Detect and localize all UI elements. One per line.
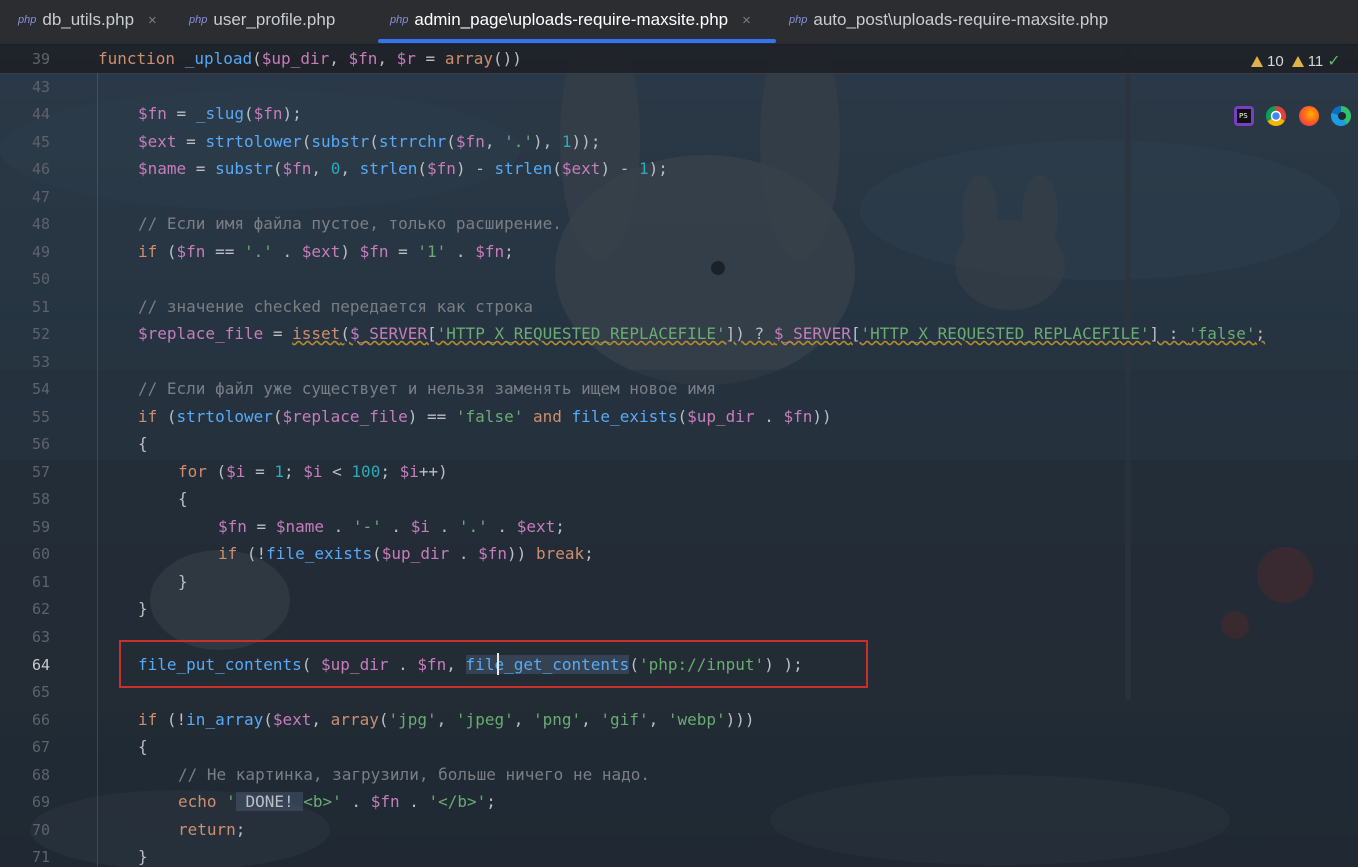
tab-auto-post-uploads[interactable]: php auto_post\uploads-require-maxsite.ph…: [789, 0, 1108, 40]
line-number: 55: [31, 408, 50, 426]
line-number: 52: [31, 325, 50, 343]
tab-db-utils[interactable]: php db_utils.php ×: [18, 0, 157, 40]
line-number: 67: [31, 738, 50, 756]
code-line[interactable]: $fn = $name . '-' . $i . '.' . $ext;: [218, 517, 565, 536]
code-line[interactable]: if (!file_exists($up_dir . $fn)) break;: [218, 544, 594, 563]
line-number: 49: [31, 243, 50, 261]
current-line-number: 64: [31, 656, 50, 674]
warnings-count-a: 10: [1267, 52, 1284, 70]
line-number: 45: [31, 133, 50, 151]
code-line[interactable]: {: [178, 489, 188, 508]
code-line[interactable]: $fn = _slug($fn);: [138, 104, 302, 123]
code-comment[interactable]: // Если файл уже существует и нельзя зам…: [138, 379, 716, 398]
editor-background-illustration: [0, 0, 1358, 867]
weak-warning-icon: [1291, 55, 1304, 67]
code-line[interactable]: {: [138, 737, 148, 756]
warnings-count-b: 11: [1307, 52, 1324, 70]
code-line[interactable]: $name = substr($fn, 0, strlen($fn) - str…: [138, 159, 668, 178]
tab-label: admin_page\uploads-require-maxsite.php: [414, 10, 729, 29]
code-line[interactable]: }: [138, 847, 148, 866]
sticky-code-line: function _upload($up_dir, $fn, $r = arra…: [98, 49, 522, 68]
indent-guide: [97, 73, 98, 867]
tab-admin-page-uploads[interactable]: php admin_page\uploads-require-maxsite.p…: [390, 0, 751, 40]
editor-tab-bar: php db_utils.php × php user_profile.php …: [0, 0, 1358, 45]
line-number: 62: [31, 600, 50, 618]
ide-editor-window: php db_utils.php × php user_profile.php …: [0, 0, 1358, 867]
chrome-icon[interactable]: [1266, 106, 1286, 126]
inspections-widget[interactable]: 10 11 ✓: [1248, 50, 1341, 72]
edge-icon[interactable]: [1331, 106, 1351, 126]
code-line[interactable]: }: [138, 599, 148, 618]
code-line[interactable]: $ext = strtolower(substr(strrchr($fn, '.…: [138, 132, 600, 151]
close-icon[interactable]: ×: [148, 12, 157, 29]
active-tab-indicator: [378, 39, 776, 43]
line-number: 53: [31, 353, 50, 371]
line-number: 70: [31, 821, 50, 839]
line-number: 61: [31, 573, 50, 591]
phpstorm-icon[interactable]: PS: [1234, 106, 1254, 126]
line-number: 54: [31, 380, 50, 398]
line-number: 63: [31, 628, 50, 646]
line-number: 56: [31, 435, 50, 453]
code-line[interactable]: return;: [178, 820, 245, 839]
svg-text:PS: PS: [1239, 112, 1248, 120]
close-icon[interactable]: ×: [742, 12, 751, 29]
line-number: 65: [31, 683, 50, 701]
line-number: 69: [31, 793, 50, 811]
tab-label: user_profile.php: [213, 10, 336, 29]
line-number: 66: [31, 711, 50, 729]
line-number: 68: [31, 766, 50, 784]
line-number: 60: [31, 545, 50, 563]
line-number: 57: [31, 463, 50, 481]
firefox-icon[interactable]: [1299, 106, 1319, 126]
line-number: 43: [31, 78, 50, 96]
code-comment[interactable]: // Если имя файла пустое, только расшире…: [138, 214, 562, 233]
tab-user-profile[interactable]: php user_profile.php: [189, 0, 335, 40]
code-line[interactable]: }: [178, 572, 188, 591]
code-line[interactable]: if ($fn == '.' . $ext) $fn = '1' . $fn;: [138, 242, 514, 261]
code-comment[interactable]: // Не картинка, загрузили, больше ничего…: [178, 765, 650, 784]
code-line[interactable]: $replace_file = isset($_SERVER['HTTP_X_R…: [138, 324, 1265, 343]
php-file-icon: php: [390, 14, 409, 26]
sticky-scope-header[interactable]: 39 function _upload($up_dir, $fn, $r = a…: [0, 44, 1358, 74]
line-number: 47: [31, 188, 50, 206]
highlight-box: [119, 640, 868, 688]
tab-label: db_utils.php: [42, 10, 135, 29]
line-number: 39: [31, 50, 50, 68]
check-icon: ✓: [1327, 53, 1341, 70]
line-number: 44: [31, 105, 50, 123]
code-line[interactable]: if (strtolower($replace_file) == 'false'…: [138, 407, 832, 426]
php-file-icon: php: [189, 14, 208, 26]
code-line[interactable]: for ($i = 1; $i < 100; $i++): [178, 462, 448, 481]
code-line[interactable]: echo ' DONE! <b>' . $fn . '</b>';: [178, 792, 496, 811]
code-line[interactable]: if (!in_array($ext, array('jpg', 'jpeg',…: [138, 710, 755, 729]
line-number: 59: [31, 518, 50, 536]
text-caret: [497, 653, 499, 675]
code-comment[interactable]: // значение checked передается как строк…: [138, 297, 533, 316]
tab-label: auto_post\uploads-require-maxsite.php: [813, 10, 1109, 29]
php-file-icon: php: [789, 14, 808, 26]
warning-icon: [1251, 55, 1263, 67]
line-number: 46: [31, 160, 50, 178]
code-line[interactable]: {: [138, 434, 148, 453]
line-number: 58: [31, 490, 50, 508]
line-number: 50: [31, 270, 50, 288]
php-file-icon: php: [18, 14, 37, 26]
line-number: 48: [31, 215, 50, 233]
line-number: 71: [31, 848, 50, 866]
line-number: 51: [31, 298, 50, 316]
